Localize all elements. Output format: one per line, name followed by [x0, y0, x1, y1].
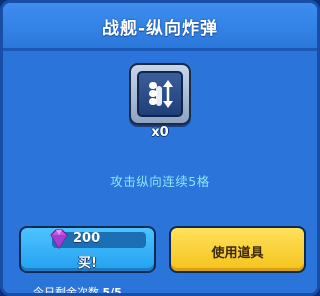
- use-item-button[interactable]: 使用道具: [169, 226, 306, 273]
- dialog-header: 战舰-纵向炸弹: [3, 3, 317, 51]
- dialog-title: 战舰-纵向炸弹: [101, 19, 219, 39]
- dialog-body: x0 攻击纵向连续5格 200 买! 使用道具 今日剩余次数 5/5: [3, 51, 317, 296]
- price-label: 200: [73, 231, 101, 246]
- buy-label: 买!: [78, 256, 97, 271]
- daily-remaining-value: 5/5: [102, 286, 122, 296]
- item-slot: [129, 63, 191, 125]
- item-slot-inner: [137, 71, 183, 117]
- use-item-label: 使用道具: [211, 246, 264, 261]
- item-count: x0: [151, 125, 169, 140]
- game-screen: 战舰-纵向炸弹 x0 攻击纵向连续5格 200 买! 使用道具 今日剩余次数 5…: [0, 0, 320, 296]
- daily-remaining-label: 今日剩余次数: [33, 286, 99, 296]
- item-description: 攻击纵向连续5格: [110, 174, 210, 189]
- gem-icon: [50, 229, 68, 250]
- item-dialog: 战舰-纵向炸弹 x0 攻击纵向连续5格 200 买! 使用道具 今日剩余次数 5…: [0, 0, 320, 296]
- buy-button[interactable]: 200 买!: [19, 226, 156, 273]
- daily-remaining: 今日剩余次数 5/5: [33, 284, 122, 296]
- vertical-bomb-icon: [149, 80, 173, 108]
